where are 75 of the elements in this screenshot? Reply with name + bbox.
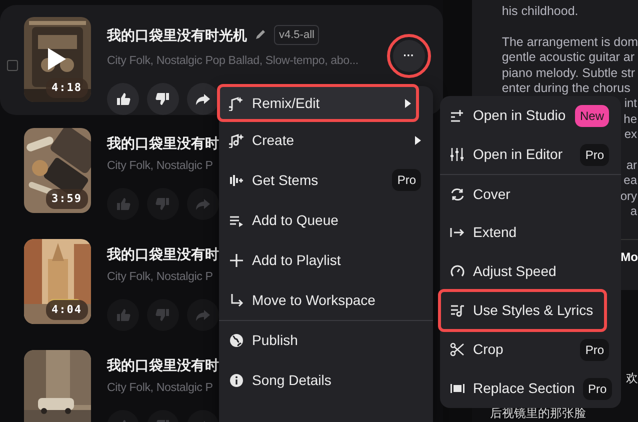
scissors-icon xyxy=(450,342,465,357)
gauge-icon xyxy=(450,264,465,279)
more-button[interactable]: ··· xyxy=(392,40,425,72)
song-title[interactable]: 我的口袋里没有时 xyxy=(107,356,219,374)
style-tags: City Folk, Nostalgic P xyxy=(107,269,213,284)
version-tag: v4.5-all xyxy=(274,24,320,46)
thumbs-up-icon xyxy=(115,307,131,323)
description-text: his childhood. xyxy=(502,4,580,20)
menu-item[interactable]: Publish xyxy=(219,320,433,360)
thumbs-down-icon xyxy=(155,91,171,107)
badge-label: Pro xyxy=(582,378,612,400)
share-button[interactable] xyxy=(187,83,219,115)
thumbs-down-icon xyxy=(155,196,171,212)
description-text: gentle acoustic guitar ar xyxy=(502,50,636,66)
song-title[interactable]: 我的口袋里没有时光机 xyxy=(107,26,247,44)
description-text: ory xyxy=(620,188,637,203)
dislike-button[interactable] xyxy=(147,83,179,115)
description-text: ar xyxy=(626,158,637,172)
play-icon[interactable] xyxy=(48,48,66,70)
thumbs-up-icon xyxy=(115,91,131,107)
thumbs-up-icon xyxy=(115,196,131,212)
menu-item[interactable]: Move to Workspace xyxy=(219,280,433,320)
lyrics-text: 欢 xyxy=(625,372,638,385)
song-title[interactable]: 我的口袋里没有时 xyxy=(107,245,219,263)
badge-label: Pro xyxy=(392,169,421,191)
music-note-icon xyxy=(229,96,244,110)
menu-item[interactable]: Song Details xyxy=(219,360,433,400)
pencil-icon[interactable] xyxy=(255,29,266,40)
description-text: The arrangement is dom xyxy=(502,34,638,50)
select-checkbox[interactable] xyxy=(7,60,18,71)
menu-item[interactable]: Open in Studio New xyxy=(440,96,621,135)
menu-item[interactable]: Add to Playlist xyxy=(219,240,433,280)
menu-item[interactable]: Extend xyxy=(440,213,621,252)
badge-label: New xyxy=(574,104,609,126)
thumbs-down-icon xyxy=(155,307,171,323)
share-icon xyxy=(195,307,211,323)
menu-item[interactable]: Adjust Speed xyxy=(440,252,621,291)
caret-icon xyxy=(415,136,421,144)
description-text: piano melody. Subtle str xyxy=(502,66,636,81)
menu-item[interactable]: Use Styles & Lyrics xyxy=(440,291,605,330)
song-title[interactable]: 我的口袋里没有时 xyxy=(107,134,219,152)
menu-item[interactable]: Open in Editor Pro xyxy=(440,135,621,174)
replace-section-icon xyxy=(450,381,465,396)
description-text: ea xyxy=(624,173,637,188)
like-button[interactable] xyxy=(107,83,139,115)
description-text: he xyxy=(624,112,637,126)
info-icon xyxy=(229,372,244,388)
style-tags: City Folk, Nostalgic P xyxy=(107,380,213,395)
menu-item[interactable]: Remix/Edit xyxy=(219,86,417,120)
arrow-icon xyxy=(229,292,244,308)
music-note-icon xyxy=(229,132,244,148)
sliders-plus-icon xyxy=(450,108,465,123)
menu-item[interactable]: Crop Pro xyxy=(440,330,621,369)
description-text: enter during the chorus xyxy=(502,80,632,96)
share-icon xyxy=(195,91,211,107)
caret-icon xyxy=(405,98,411,108)
badge-label: Pro xyxy=(580,144,609,166)
style-tags: City Folk, Nostalgic Pop Ballad, Slow-tempo, abo... xyxy=(107,53,358,68)
menu-item[interactable]: Create xyxy=(219,120,433,160)
lyrics-icon xyxy=(450,303,465,318)
menu-item[interactable]: Replace Section Pro xyxy=(440,369,621,408)
equalizer-icon xyxy=(450,147,465,162)
description-text: a xyxy=(630,204,637,218)
share-icon xyxy=(195,196,211,212)
menu-item[interactable]: Cover xyxy=(440,174,621,213)
menu-item[interactable]: Get Stems Pro xyxy=(219,160,433,200)
badge-label: Pro xyxy=(580,338,609,360)
description-text: ex xyxy=(624,127,637,142)
refresh-icon xyxy=(450,186,465,202)
menu-item[interactable]: Add to Queue xyxy=(219,200,433,240)
description-text: int xyxy=(624,96,637,110)
style-tags: City Folk, Nostalgic P xyxy=(107,158,213,173)
plus-icon xyxy=(229,252,244,268)
extend-arrow-icon xyxy=(450,225,465,240)
waveform-icon xyxy=(229,172,244,188)
